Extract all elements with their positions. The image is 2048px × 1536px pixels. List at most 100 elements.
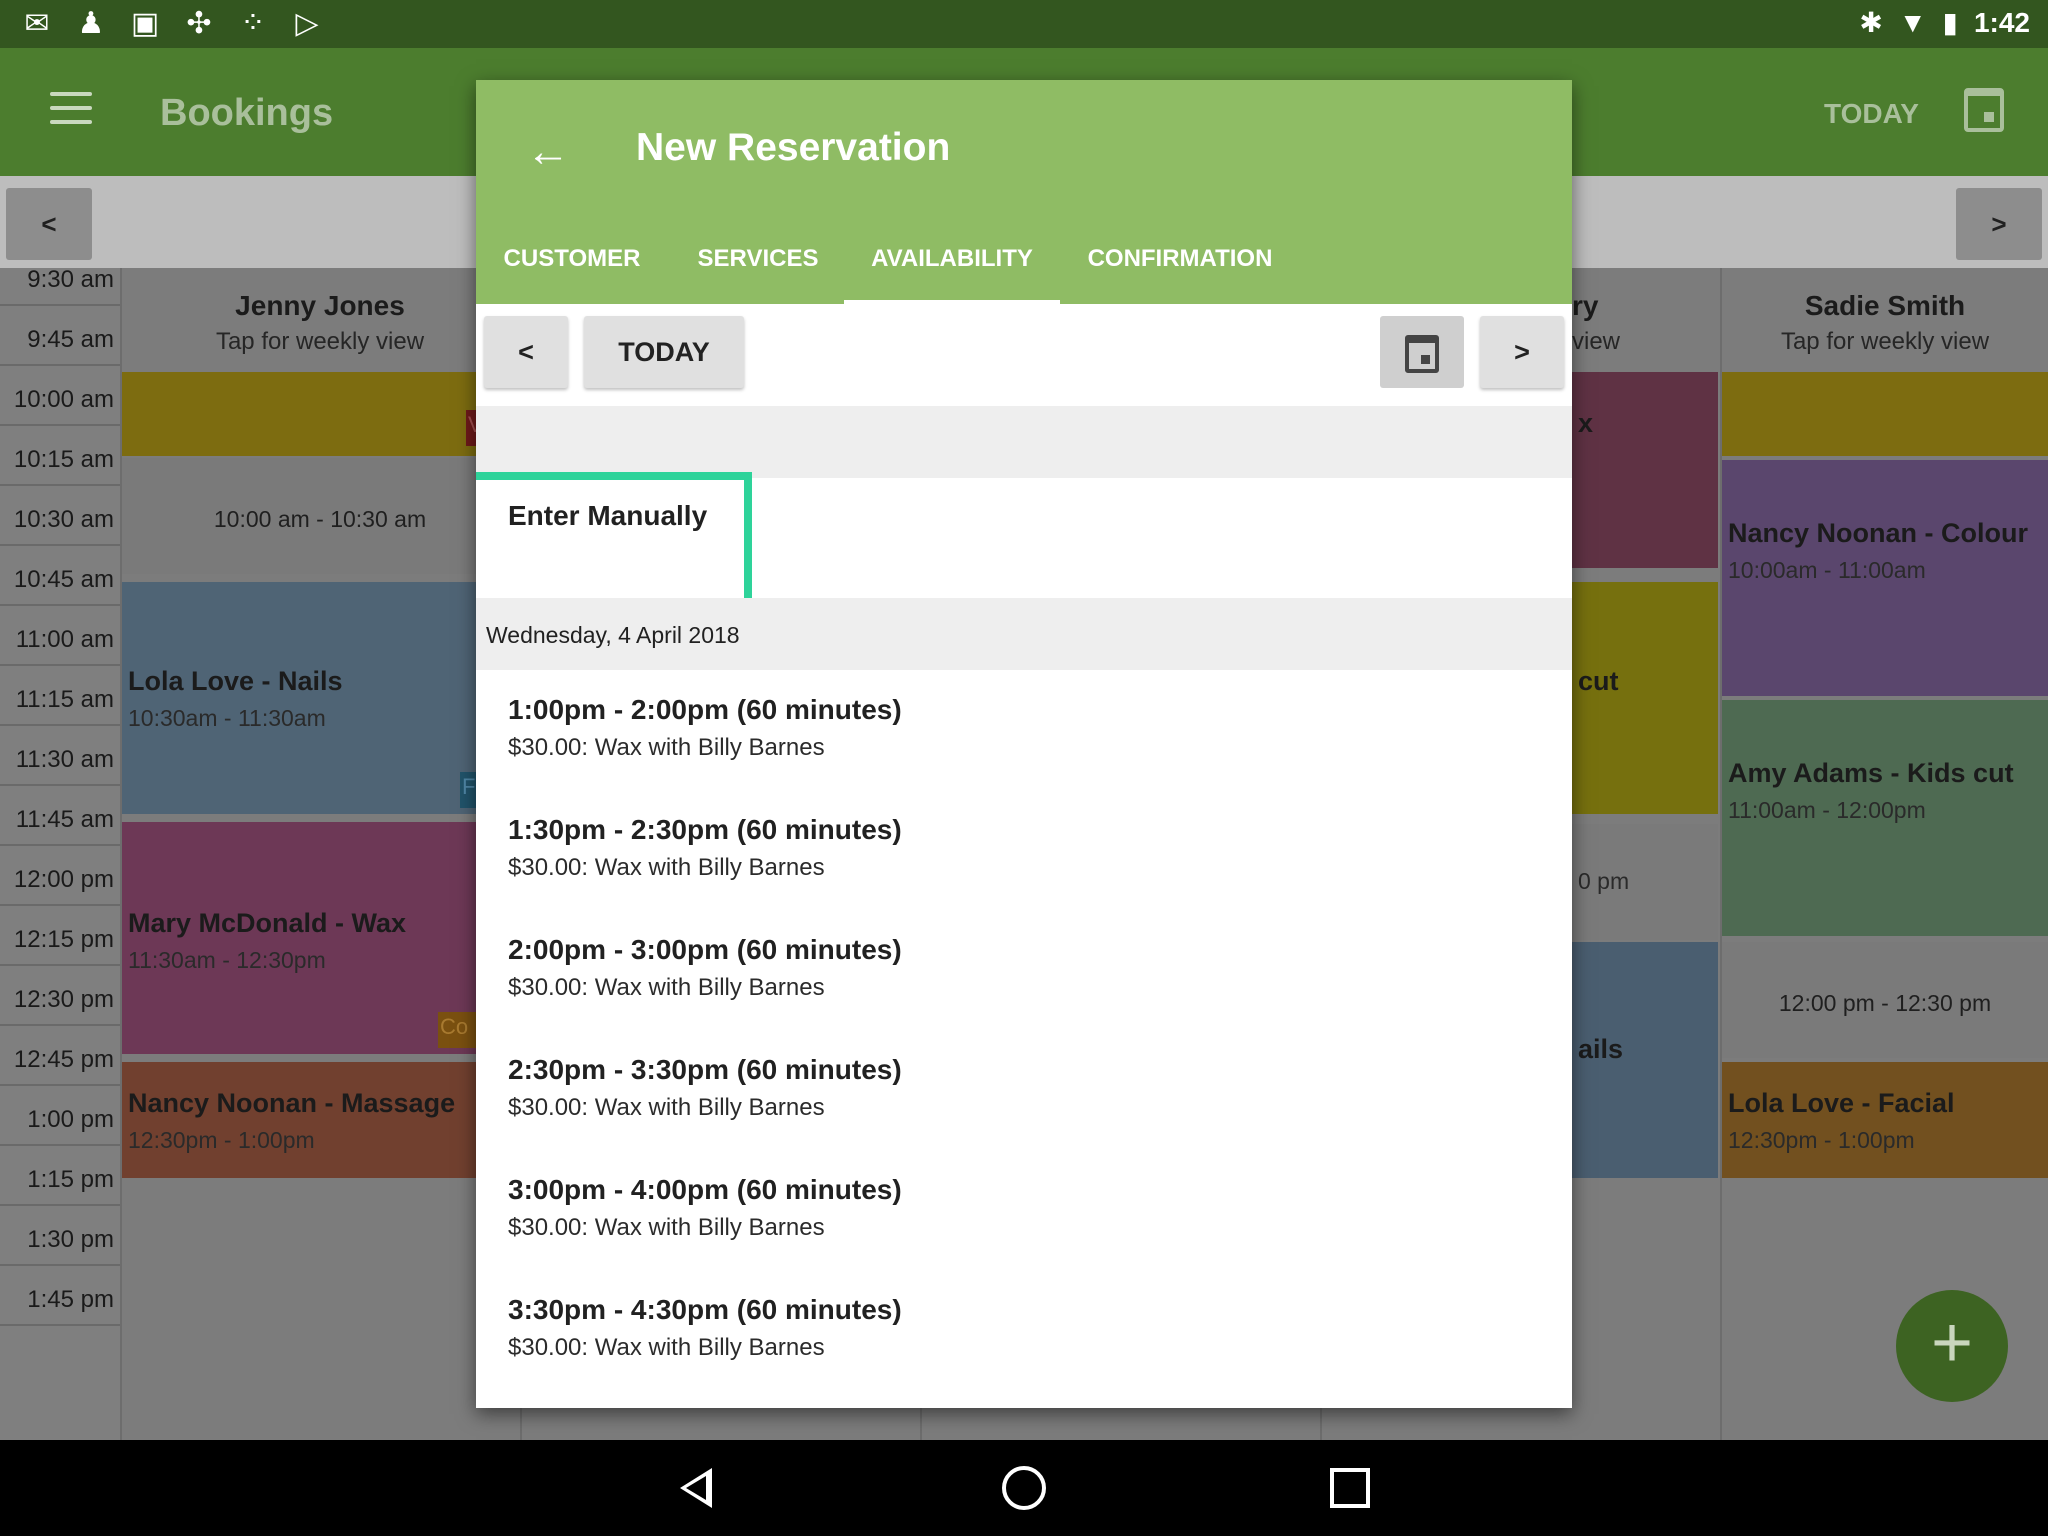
dots-icon: ⁘ [240, 7, 266, 40]
back-icon[interactable] [680, 1468, 712, 1508]
booking-title: cut [1578, 666, 1619, 696]
time-slot[interactable]: 2:30pm - 3:30pm (60 minutes) $30.00: Wax… [508, 1054, 1508, 1164]
add-booking-button[interactable]: + [1896, 1290, 2008, 1402]
wifi-icon: ▼ [1898, 6, 1927, 38]
today-button[interactable]: TODAY [1824, 98, 1919, 130]
tab-bar: CUSTOMER SERVICES AVAILABILITY CONFIRMAT… [476, 230, 1572, 304]
date-picker-button[interactable] [1380, 316, 1464, 388]
booking-time: 11:30am - 12:30pm [128, 947, 326, 973]
time-label: 10:15 am [13, 446, 114, 473]
menu-icon[interactable] [50, 92, 92, 128]
column-header-jenny[interactable]: Jenny Jones Tap for weekly view [122, 268, 518, 372]
today-button[interactable]: TODAY [584, 316, 744, 388]
time-divider [0, 784, 120, 786]
booking-time: 11:00am - 12:00pm [1728, 797, 1926, 823]
booking-block[interactable]: Nancy Noonan - Colour 10:00am - 11:00am [1722, 460, 2048, 696]
time-divider [0, 724, 120, 726]
time-slot[interactable]: 1:30pm - 2:30pm (60 minutes) $30.00: Wax… [508, 814, 1508, 924]
slot-time: 1:00pm - 2:00pm (60 minutes) [508, 694, 902, 725]
time-divider [0, 1204, 120, 1206]
system-nav-bar [0, 1440, 2048, 1536]
calendar-icon [1405, 334, 1439, 373]
slot-time: 2:30pm - 3:30pm (60 minutes) [508, 1054, 902, 1085]
slot-label: 12:00 pm - 12:30 pm [1778, 990, 1992, 1016]
status-bar: ✉ ♟ ▣ ✣ ⁘ ▷ ✱ ▼ ▮ 1:42 [0, 0, 2048, 48]
time-divider [0, 484, 120, 486]
highlight-box [476, 472, 752, 606]
column-header-sadie[interactable]: Sadie Smith Tap for weekly view [1722, 268, 2048, 372]
booking-block[interactable]: Lola Love - Nails 10:30am - 11:30am [122, 582, 518, 814]
time-divider [0, 1084, 120, 1086]
booking-block[interactable]: cut [1572, 582, 1718, 814]
slot-detail: $30.00: Wax with Billy Barnes [508, 1334, 825, 1361]
time-divider [0, 844, 120, 846]
time-slot[interactable]: 2:00pm - 3:00pm (60 minutes) $30.00: Wax… [508, 934, 1508, 1044]
booking-time: 10:30am - 11:30am [128, 705, 326, 731]
dialog-title: New Reservation [636, 126, 951, 169]
time-slot[interactable]: 1:00pm - 2:00pm (60 minutes) $30.00: Wax… [508, 694, 1508, 804]
tab-availability[interactable]: AVAILABILITY [844, 230, 1060, 304]
image-icon: ▣ [130, 7, 160, 40]
time-divider [0, 1324, 120, 1326]
booking-block[interactable]: x [1572, 372, 1718, 568]
booking-block[interactable]: ails [1572, 942, 1718, 1178]
time-divider [0, 904, 120, 906]
slot-time: 2:00pm - 3:00pm (60 minutes) [508, 934, 902, 965]
booking-title: ails [1578, 1034, 1624, 1064]
time-label: 11:15 am [15, 686, 114, 713]
time-label: 1:15 pm [27, 1166, 114, 1193]
time-slot[interactable]: 3:00pm - 4:00pm (60 minutes) $30.00: Wax… [508, 1174, 1508, 1284]
booking-block[interactable]: Nancy Noonan - Massage 12:30pm - 1:00pm [122, 1062, 518, 1178]
slot-time: 3:30pm - 4:30pm (60 minutes) [508, 1294, 902, 1325]
recents-icon[interactable] [1330, 1468, 1370, 1508]
time-label: 12:30 pm [13, 986, 114, 1013]
tab-confirmation[interactable]: CONFIRMATION [1060, 230, 1300, 304]
clock: 1:42 [1973, 6, 2030, 38]
prev-day-button[interactable]: < [6, 188, 92, 260]
weekly-view-hint: Tap for weekly view [215, 328, 425, 355]
time-divider [0, 604, 120, 606]
pinwheel-icon: ✣ [186, 7, 212, 40]
booking-block[interactable] [1722, 372, 2048, 456]
staff-name: ry [1572, 290, 1599, 321]
booking-block[interactable] [122, 372, 518, 456]
available-slot[interactable]: 10:00 am - 10:30 am [122, 458, 518, 574]
back-arrow-icon[interactable]: ← [526, 130, 570, 174]
battery-icon: ▮ [1942, 7, 1958, 38]
time-slot[interactable]: 3:30pm - 4:30pm (60 minutes) $30.00: Wax… [508, 1294, 1508, 1404]
booking-title: Amy Adams - Kids cut [1728, 758, 2014, 788]
booking-title: Nancy Noonan - Massage [128, 1088, 456, 1118]
app-title: Bookings [160, 92, 334, 134]
booking-title: Mary McDonald - Wax [128, 908, 407, 938]
time-label: 9:45 am [27, 326, 114, 353]
prev-day-button[interactable]: < [484, 316, 568, 388]
system-indicators: ✱ ▼ ▮ 1:42 [1859, 6, 2030, 39]
tab-customer[interactable]: CUSTOMER [476, 230, 668, 304]
calendar-icon[interactable] [1964, 88, 2004, 132]
available-slot[interactable]: 12:00 pm - 12:30 pm [1722, 942, 2048, 1058]
date-header-label: Wednesday, 4 April 2018 [486, 622, 740, 648]
available-slot[interactable]: 0 pm [1572, 824, 1718, 940]
booking-block[interactable]: Amy Adams - Kids cut 11:00am - 12:00pm [1722, 700, 2048, 936]
time-divider [0, 1264, 120, 1266]
keyhole-icon: ♟ [77, 7, 105, 40]
slot-time: 1:30pm - 2:30pm (60 minutes) [508, 814, 902, 845]
weekly-view-hint: view [1572, 328, 1621, 355]
booking-block[interactable]: Lola Love - Facial 12:30pm - 1:00pm [1722, 1062, 2048, 1178]
tab-services[interactable]: SERVICES [668, 230, 848, 304]
time-label: 11:45 am [15, 806, 114, 833]
home-icon[interactable] [1002, 1466, 1046, 1510]
time-divider [0, 1144, 120, 1146]
slot-detail: $30.00: Wax with Billy Barnes [508, 734, 825, 761]
next-day-button[interactable]: > [1480, 316, 1564, 388]
next-day-button[interactable]: > [1956, 188, 2042, 260]
date-header: Wednesday, 4 April 2018 [476, 598, 1572, 670]
slot-detail: $30.00: Wax with Billy Barnes [508, 974, 825, 1001]
booking-time: 12:30pm - 1:00pm [1728, 1127, 1915, 1153]
column-header-partial[interactable]: ry view [1572, 268, 1718, 372]
time-label: 10:00 am [13, 386, 114, 413]
slot-detail: $30.00: Wax with Billy Barnes [508, 1214, 825, 1241]
time-label: 12:45 pm [13, 1046, 114, 1073]
gmail-icon: ✉ [24, 7, 50, 40]
time-divider [0, 424, 120, 426]
